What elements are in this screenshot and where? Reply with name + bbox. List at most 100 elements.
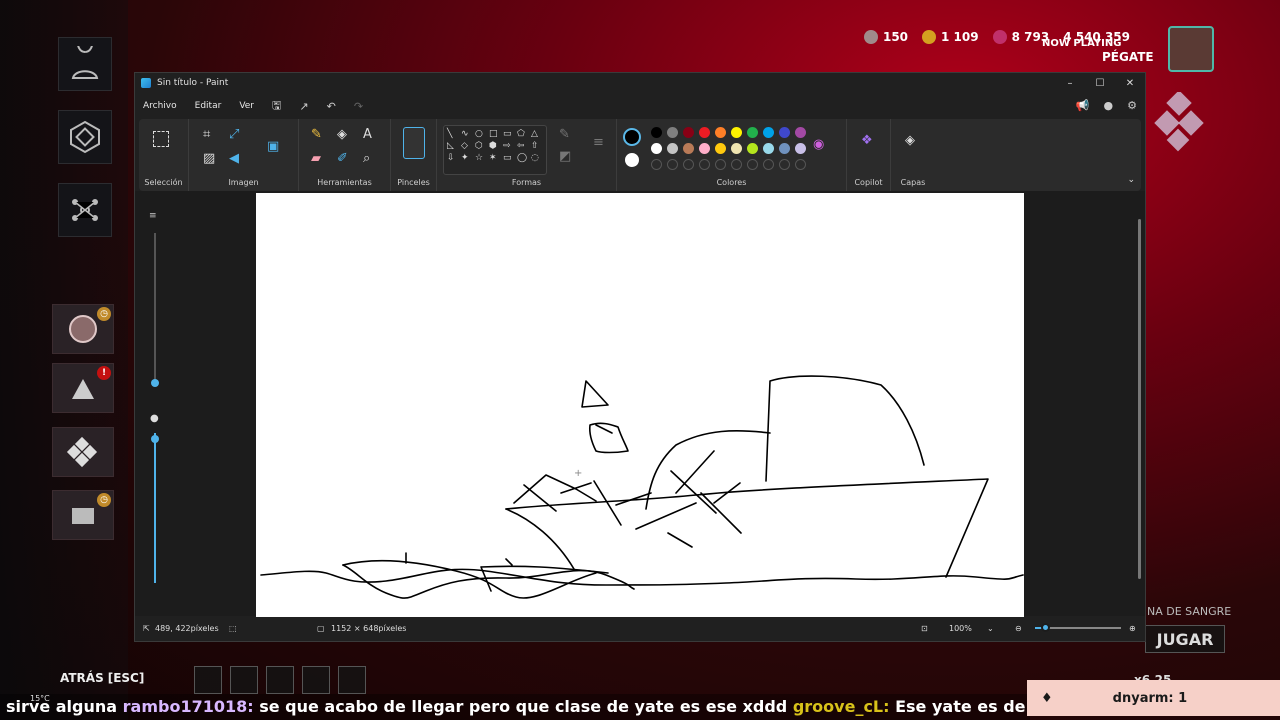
fit-screen-icon[interactable]: ⊡ <box>921 624 928 633</box>
crop-icon[interactable]: ⌗ <box>203 127 210 142</box>
color-swatch[interactable] <box>795 143 806 154</box>
tools-group: ✎ ◈ A ▰ ✐ ⌕ Herramientas <box>299 119 391 191</box>
settings-icon[interactable] <box>194 666 222 694</box>
color-2-swatch[interactable] <box>625 153 639 167</box>
perk-slot-2[interactable]: ! <box>52 363 114 413</box>
outline-icon[interactable]: ✎ <box>559 127 570 142</box>
color-swatch[interactable] <box>763 143 774 154</box>
player-avatar[interactable] <box>1168 26 1214 72</box>
color-swatch[interactable] <box>651 143 662 154</box>
text-icon[interactable]: A <box>363 127 372 142</box>
maximize-button[interactable]: ☐ <box>1085 73 1115 93</box>
color-swatch[interactable] <box>699 159 710 170</box>
magnifier-icon[interactable]: ⌕ <box>363 151 370 166</box>
ribbon-collapse-icon[interactable]: ⌄ <box>1127 175 1135 185</box>
color-swatch[interactable] <box>667 127 678 138</box>
background-removal-icon[interactable]: ▨ <box>203 151 215 166</box>
perk-slot-3[interactable] <box>52 427 114 477</box>
color-swatch[interactable] <box>715 127 726 138</box>
menu-file[interactable]: Archivo <box>143 101 177 111</box>
zoom-in-icon[interactable]: ⊕ <box>1129 624 1136 633</box>
color-swatch[interactable] <box>683 159 694 170</box>
color-swatch[interactable] <box>731 143 742 154</box>
resize-icon[interactable]: ⤢ <box>229 127 239 142</box>
archives-icon[interactable] <box>230 666 258 694</box>
color-swatch[interactable] <box>795 127 806 138</box>
zoom-slider[interactable] <box>1035 623 1121 632</box>
chat-message-1: se que acabo de llegar pero que clase de… <box>253 697 793 716</box>
opacity-slider-knob[interactable] <box>151 435 159 443</box>
zoom-level[interactable]: 100% <box>949 624 972 633</box>
now-playing-label: NOW PLAYING <box>1042 38 1122 49</box>
back-button[interactable]: ATRÁS [ESC] <box>60 671 144 685</box>
play-button[interactable]: JUGAR <box>1145 625 1225 653</box>
store-icon[interactable] <box>302 666 330 694</box>
account-icon[interactable]: ● <box>1104 99 1114 112</box>
color-swatch[interactable] <box>747 127 758 138</box>
perk-slot-4[interactable]: ◷ <box>52 490 114 540</box>
color-swatch[interactable] <box>747 143 758 154</box>
loadout-icon[interactable] <box>58 110 112 164</box>
image-creator-icon[interactable]: ▣ <box>267 139 279 154</box>
blood-label: NA DE SANGRE <box>1147 605 1232 618</box>
pencil-icon[interactable]: ✎ <box>311 127 322 142</box>
menu-edit[interactable]: Editar <box>195 101 222 111</box>
drawing-canvas[interactable]: + <box>256 193 1024 617</box>
select-icon[interactable] <box>153 131 169 147</box>
color-swatch[interactable] <box>651 127 662 138</box>
color-swatch[interactable] <box>667 159 678 170</box>
fill-icon[interactable]: ◈ <box>337 127 347 142</box>
color-1-swatch[interactable] <box>623 128 641 146</box>
color-swatch[interactable] <box>651 159 662 170</box>
color-swatch[interactable] <box>763 159 774 170</box>
minimize-button[interactable]: – <box>1055 73 1085 93</box>
rotate-icon[interactable]: ◀ <box>229 151 239 166</box>
color-swatch[interactable] <box>699 127 710 138</box>
color-swatch[interactable] <box>667 143 678 154</box>
profile-icon[interactable] <box>266 666 294 694</box>
undo-icon[interactable]: ↶ <box>327 100 336 113</box>
share-icon[interactable]: ↗ <box>299 100 308 113</box>
vertical-scrollbar[interactable] <box>1137 191 1143 616</box>
color-swatch[interactable] <box>683 127 694 138</box>
color-swatch[interactable] <box>731 159 742 170</box>
edit-colors-icon[interactable]: ◉ <box>813 137 824 152</box>
character-icon[interactable] <box>58 37 112 91</box>
eraser-icon[interactable]: ▰ <box>311 151 321 166</box>
settings-gear-icon[interactable]: ⚙ <box>1127 99 1137 112</box>
chat-username-1: rambo171018: <box>122 697 254 716</box>
shape-fill-icon[interactable]: ◩ <box>559 149 571 164</box>
color-swatch[interactable] <box>731 127 742 138</box>
zoom-dropdown-icon[interactable]: ⌄ <box>987 624 994 633</box>
color-swatch[interactable] <box>747 159 758 170</box>
color-swatch[interactable] <box>779 159 790 170</box>
menu-view[interactable]: Ver <box>239 101 254 111</box>
redo-icon[interactable]: ↷ <box>354 100 363 113</box>
close-button[interactable]: ✕ <box>1115 73 1145 93</box>
bloodweb-icon[interactable] <box>58 183 112 237</box>
copilot-icon[interactable]: ❖ <box>861 133 873 148</box>
color-swatch[interactable] <box>779 143 790 154</box>
color-swatch[interactable] <box>763 127 774 138</box>
zoom-out-icon[interactable]: ⊖ <box>1015 624 1022 633</box>
color-swatch[interactable] <box>795 159 806 170</box>
color-picker-icon[interactable]: ✐ <box>337 151 348 166</box>
color-swatch[interactable] <box>779 127 790 138</box>
color-swatch[interactable] <box>715 143 726 154</box>
size-icon[interactable]: ≡ <box>593 135 604 150</box>
brush-size-slider[interactable]: ≡ ● <box>147 211 163 601</box>
stats-icon[interactable] <box>338 666 366 694</box>
announcement-icon[interactable]: 📢 <box>1076 99 1090 112</box>
brush-icon[interactable] <box>403 127 425 159</box>
shapes-gallery[interactable]: ╲ ∿ ○ □ ▭ ⬠ △ ◺ ◇ ⬡ ⬢ ⇨ ⇦ ⇧ ⇩ ✦ ☆ ✶ ▭ ◯ ◌ <box>443 125 547 175</box>
color-swatch[interactable] <box>683 143 694 154</box>
zoom-slider-knob[interactable] <box>1041 623 1051 632</box>
size-slider-knob[interactable] <box>151 379 159 387</box>
perk-slot-1[interactable]: ◷ <box>52 304 114 354</box>
color-swatch[interactable] <box>715 159 726 170</box>
back-label: ATRÁS <box>60 671 104 685</box>
layers-icon[interactable]: ◈ <box>905 133 915 148</box>
status-bar: ⇱ 489, 422píxeles ⬚ ▢ 1152 × 648píxeles … <box>135 615 1145 641</box>
color-swatch[interactable] <box>699 143 710 154</box>
save-icon[interactable]: 🖫 <box>272 97 281 116</box>
